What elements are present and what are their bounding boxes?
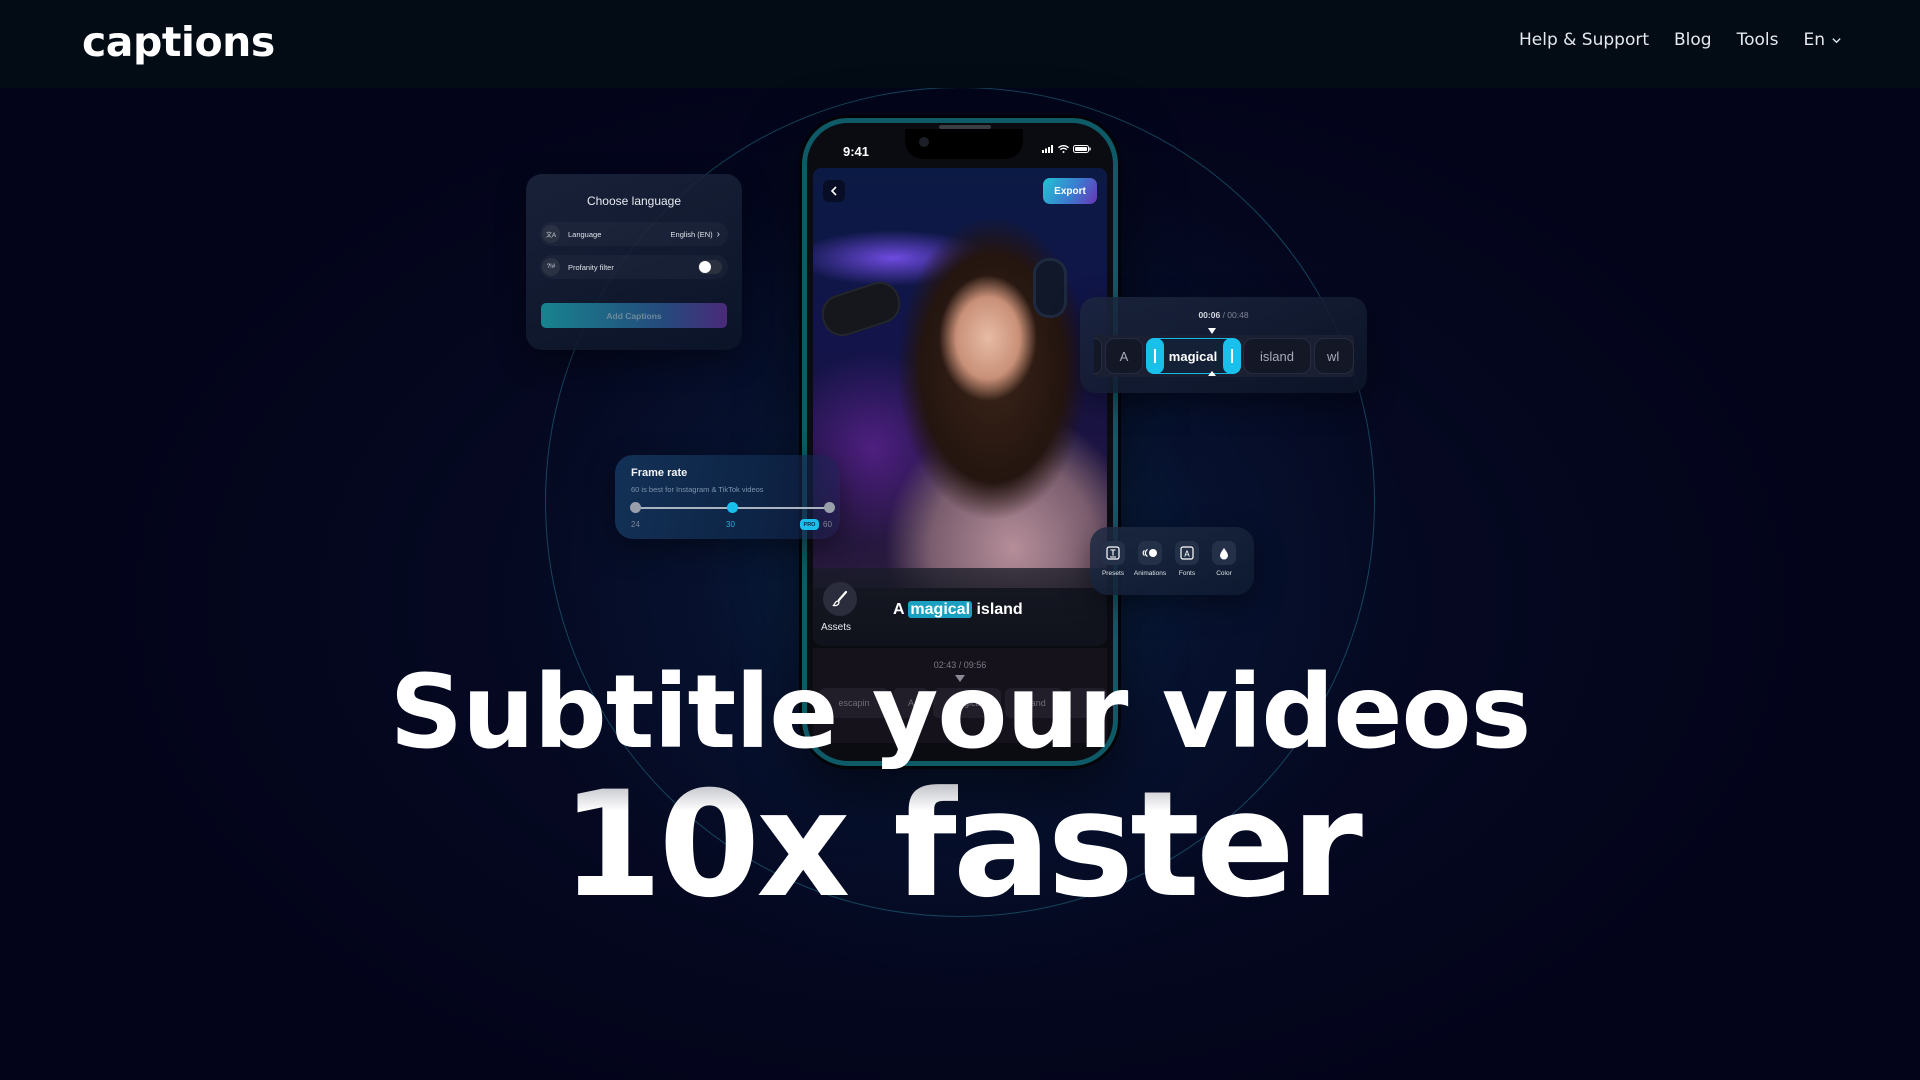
wifi-icon [1058,145,1069,153]
word-chip[interactable]: A [1105,338,1143,374]
battery-icon [1073,145,1091,153]
trim-handle-right[interactable] [1222,337,1241,374]
frame-rate-label-24: 24 [631,520,640,529]
presets-label: Presets [1101,570,1125,577]
status-icons [1042,145,1091,153]
language-row[interactable]: 文A Language English (EN) › [540,222,728,246]
top-nav: captions Help & Support Blog Tools En [0,0,1920,88]
toggle-knob [699,261,711,273]
captions-logo[interactable]: captions [82,18,275,66]
color-drop-icon [1212,541,1236,565]
profanity-filter-row: ?!# Profanity filter [540,255,728,279]
hero-headline-line2: 10x faster [0,760,1920,930]
playhead-bottom-icon [1208,371,1216,376]
word-chip-selected[interactable]: magical [1145,337,1241,374]
caption-panel: Assets A magical island [813,568,1107,646]
language-selector[interactable]: En [1803,30,1842,50]
nav-link-tools[interactable]: Tools [1737,30,1779,50]
timeline-timecode: 00:06 / 00:48 [1080,310,1367,320]
caption-word: A [893,601,904,618]
chevron-right-icon: › [716,228,720,240]
animations-icon [1138,541,1162,565]
choose-language-card: Choose language 文A Language English (EN)… [526,174,742,350]
timeline-total-time: / 00:48 [1222,310,1249,320]
word-chips: A magical island wl [1094,337,1354,374]
language-row-value: English (EN) [670,229,713,239]
signal-icon [1042,145,1053,153]
animations-tool[interactable]: Animations [1132,541,1168,577]
color-label: Color [1216,570,1232,577]
frame-rate-title: Frame rate [631,467,688,479]
frame-rate-label-60: 60 [823,520,832,529]
choose-language-title: Choose language [586,194,682,208]
nav-link-blog[interactable]: Blog [1674,30,1712,50]
word-chip[interactable] [1094,338,1102,374]
frame-rate-subtitle: 60 is best for Instagram & TikTok videos [631,485,764,494]
frame-rate-label-30: 30 [726,520,735,529]
fonts-label: Fonts [1178,570,1196,577]
fonts-tool[interactable]: A Fonts [1169,541,1205,577]
status-time: 9:41 [843,144,870,159]
microphone-shape [816,276,906,342]
video-preview[interactable]: Export [813,168,1107,588]
brush-icon [832,590,848,607]
headphone-shape [1033,258,1067,318]
chevron-down-icon [1832,37,1841,43]
profanity-filter-label: Profanity filter [568,262,614,272]
frame-rate-option-24[interactable] [630,502,641,513]
presets-icon [1101,541,1125,565]
color-tool[interactable]: Color [1206,541,1242,577]
caption-word: island [976,601,1023,618]
export-button[interactable]: Export [1043,178,1097,204]
assets-label: Assets [821,622,852,633]
caption-word-highlighted: magical [908,601,973,618]
profanity-filter-toggle[interactable] [698,260,722,274]
frame-rate-card: Frame rate 60 is best for Instagram & Ti… [615,455,840,539]
nav-links: Help & Support Blog Tools En [1519,30,1842,50]
trim-handle-left[interactable] [1145,337,1164,374]
phone-notch [905,129,1023,159]
back-button[interactable] [823,180,845,202]
word-track[interactable]: A magical island wl [1094,335,1354,377]
presets-tool[interactable]: Presets [1095,541,1131,577]
timeline-current-time: 00:06 [1198,310,1221,320]
translate-icon: 文A [542,225,560,243]
language-selector-label: En [1803,30,1825,50]
selected-word-label: magical [1168,348,1218,364]
add-captions-button[interactable]: Add Captions [541,303,727,328]
svg-text:A: A [1184,550,1190,559]
nav-link-help-support[interactable]: Help & Support [1519,30,1649,50]
playhead-top-icon [1208,328,1216,334]
chevron-left-icon [830,186,837,196]
pro-badge: PRO [800,519,819,530]
profanity-icon: ?!# [542,258,560,276]
assets-button[interactable] [823,582,857,616]
word-timeline-card: 00:06 / 00:48 A magical island wl [1080,297,1367,393]
word-chip[interactable]: wl [1314,338,1354,374]
hero-headline-line1: Subtitle your videos [389,653,1532,772]
style-toolbar: Presets Animations A Fonts Color [1090,527,1254,595]
animations-label: Animations [1133,570,1167,577]
fonts-icon: A [1175,541,1199,565]
frame-rate-option-60[interactable] [824,502,835,513]
camera-icon [919,137,929,147]
caption-preview-text[interactable]: A magical island [893,601,1023,619]
language-row-label: Language [568,229,602,239]
frame-rate-option-30[interactable] [727,502,738,513]
word-chip[interactable]: island [1243,338,1311,374]
